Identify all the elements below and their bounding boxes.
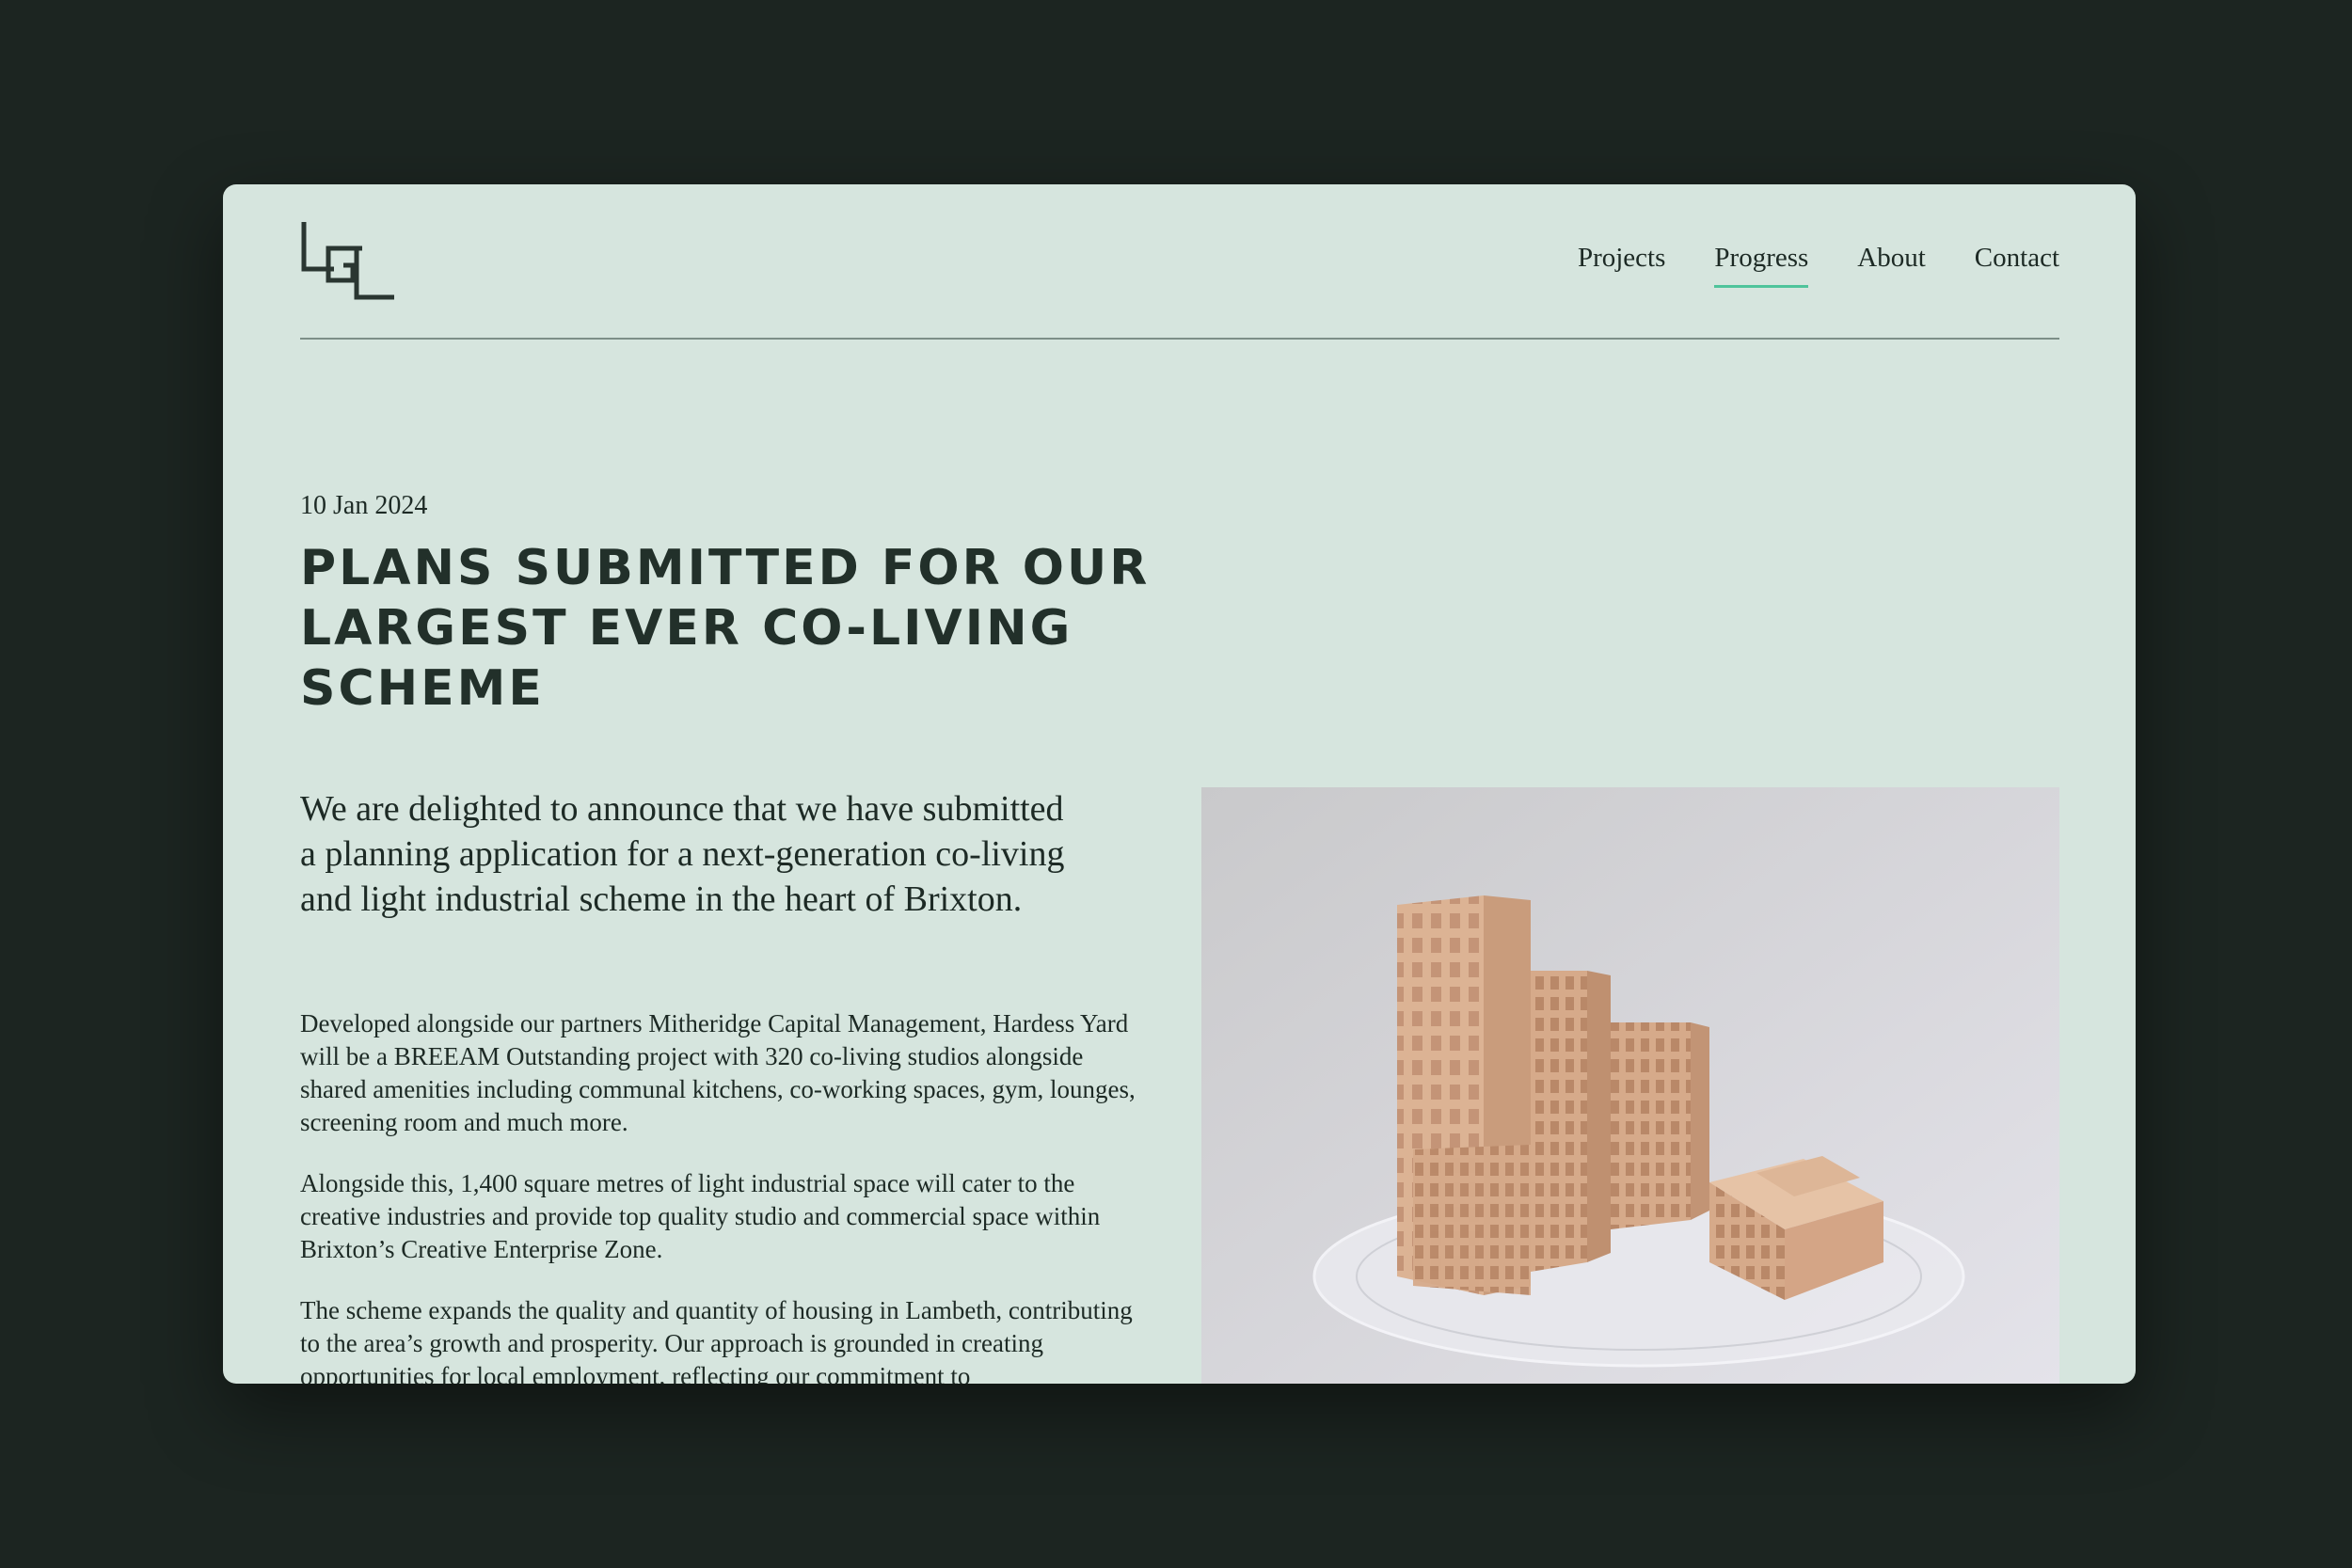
logo[interactable] — [300, 222, 394, 301]
nav-projects[interactable]: Projects — [1578, 241, 1665, 275]
article-image — [1201, 787, 2059, 1384]
nav-progress[interactable]: Progress — [1714, 241, 1808, 288]
article-paragraph: Alongside this, 1,400 square metres of l… — [300, 1169, 1101, 1263]
article-lead: We are delighted to announce that we hav… — [300, 789, 1065, 919]
site-header: Projects Progress About Contact — [300, 184, 2059, 340]
lgl-logo-icon — [301, 222, 394, 300]
building-model-image — [1201, 787, 2059, 1384]
article-title: PLANS SUBMITTED FOR OUR LARGEST EVER CO-… — [300, 540, 1151, 717]
main-nav: Projects Progress About Contact — [1578, 241, 2059, 288]
article-paragraph: Developed alongside our partners Mitheri… — [300, 1009, 1136, 1136]
article-body: Developed alongside our partners Mitheri… — [300, 1007, 1152, 1384]
nav-contact[interactable]: Contact — [1975, 241, 2059, 275]
article-date: 10 Jan 2024 — [300, 491, 428, 520]
nav-about[interactable]: About — [1857, 241, 1926, 275]
article-paragraph: The scheme expands the quality and quant… — [300, 1296, 1133, 1384]
browser-window: Projects Progress About Contact 10 Jan 2… — [223, 184, 2136, 1384]
